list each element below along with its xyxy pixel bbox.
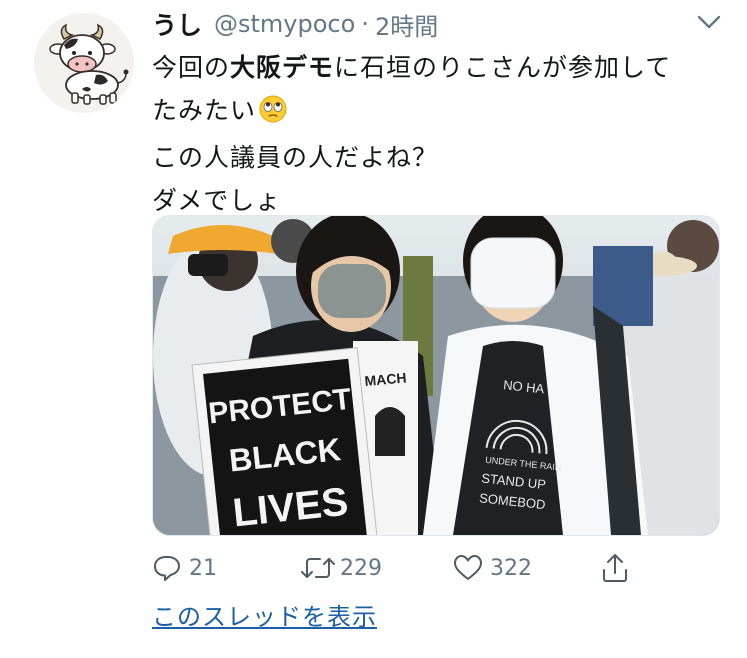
author-display-name[interactable]: うし (152, 6, 202, 42)
protest-photo-image: PROTECT BLACK LIVES MACH NO HA UNDER THE… (153, 216, 719, 535)
show-thread-link[interactable]: このスレッドを表示 (152, 597, 377, 632)
header-separator: · (361, 10, 369, 38)
tweet-text: 今回の大阪デモに石垣のりこさんが参加して たみたい この人議員の人だよね？ ダメ… (152, 46, 732, 222)
rolling-eyes-emoji-icon (259, 93, 287, 136)
tweet-header: うし @stmypoco · 2時間 (152, 6, 438, 42)
share-icon (603, 554, 627, 582)
tweet-timestamp[interactable]: 2時間 (375, 7, 438, 42)
retweet-button[interactable]: 229 (300, 548, 382, 588)
retweet-icon (301, 558, 335, 578)
tweet-photo[interactable]: PROTECT BLACK LIVES MACH NO HA UNDER THE… (152, 215, 720, 536)
more-options-button[interactable] (694, 10, 724, 34)
like-count: 322 (490, 555, 532, 581)
tweet-line-1: 今回の大阪デモに石垣のりこさんが参加して (152, 53, 672, 82)
chevron-down-icon (697, 15, 721, 29)
like-button[interactable]: 322 (452, 548, 532, 588)
reply-icon (154, 556, 180, 581)
heart-icon (454, 555, 482, 580)
author-handle[interactable]: @stmypoco (214, 10, 355, 38)
tweet-bold-keyword: 大阪デモ (230, 53, 335, 82)
reply-count: 21 (189, 555, 217, 581)
tweet-line-3: この人議員の人だよね？ (152, 143, 439, 172)
reply-button[interactable]: 21 (152, 548, 217, 588)
share-button[interactable] (600, 548, 630, 588)
cow-avatar-illustration (34, 13, 134, 113)
retweet-count: 229 (340, 555, 382, 581)
tweet-line-2: たみたい (152, 89, 732, 136)
avatar[interactable] (34, 13, 134, 113)
tweet-actions: 21 229 322 (152, 548, 652, 588)
